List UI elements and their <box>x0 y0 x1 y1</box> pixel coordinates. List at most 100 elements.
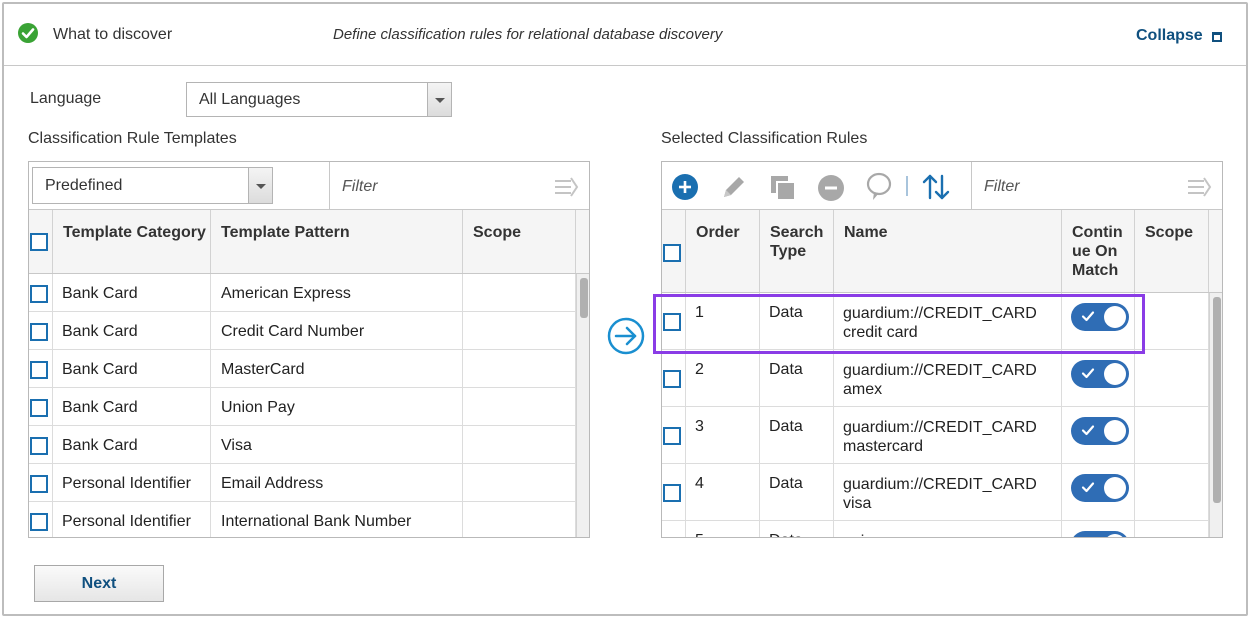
row-checkbox[interactable] <box>30 323 48 341</box>
row-select-cell <box>29 388 53 425</box>
template-category-cell: Bank Card <box>53 274 211 311</box>
column-name[interactable]: Name <box>834 210 1062 292</box>
selected-rules-section-label: Selected Classification Rules <box>661 130 868 147</box>
selected-rules-scrollbar[interactable] <box>1209 293 1222 537</box>
search-type-cell: Data <box>760 407 834 463</box>
row-checkbox[interactable] <box>663 427 681 445</box>
rule-order: 4 <box>695 475 704 492</box>
name-cell: guardium://CREDIT_CARD amex <box>834 350 1062 406</box>
column-scope[interactable]: Scope <box>1135 210 1209 292</box>
select-all-checkbox[interactable] <box>663 244 681 262</box>
template-scope-cell <box>463 502 576 537</box>
template-category: Bank Card <box>62 285 138 302</box>
template-pattern: MasterCard <box>221 361 305 378</box>
row-checkbox[interactable] <box>30 475 48 493</box>
edit-icon[interactable] <box>720 173 748 201</box>
chevron-down-icon[interactable] <box>427 83 451 116</box>
row-select-cell <box>662 521 686 537</box>
filter-icon[interactable] <box>1188 177 1212 197</box>
template-pattern-cell: Visa <box>211 426 463 463</box>
continue-on-match-cell <box>1062 464 1135 520</box>
rule-name-line1: guardium://CREDIT_CARD <box>843 419 1037 436</box>
toggle-knob <box>1104 363 1126 385</box>
row-checkbox[interactable] <box>663 370 681 388</box>
row-checkbox[interactable] <box>30 437 48 455</box>
rule-scope-cell <box>1135 521 1209 537</box>
row-select-cell <box>29 350 53 387</box>
continue-on-match-toggle[interactable] <box>1071 360 1129 388</box>
select-all-checkbox[interactable] <box>30 233 48 251</box>
check-icon <box>1081 537 1095 538</box>
language-select-value: All Languages <box>199 91 301 108</box>
continue-on-match-toggle[interactable] <box>1071 474 1129 502</box>
table-row[interactable]: Bank Card Union Pay <box>29 388 576 426</box>
template-pattern-cell: MasterCard <box>211 350 463 387</box>
column-template-pattern[interactable]: Template Pattern <box>211 210 463 273</box>
next-button[interactable]: Next <box>34 565 164 602</box>
row-select-cell <box>662 350 686 406</box>
row-select-cell <box>29 502 53 537</box>
templates-scrollbar[interactable] <box>576 274 589 537</box>
table-row[interactable]: 3 Data guardium://CREDIT_CARD mastercard <box>662 407 1209 464</box>
row-select-cell <box>29 312 53 349</box>
toggle-knob <box>1104 420 1126 442</box>
reorder-icon[interactable] <box>921 173 951 201</box>
comment-icon[interactable] <box>865 172 893 202</box>
column-search-type[interactable]: Search Type <box>760 210 834 292</box>
add-to-selected-arrow-icon[interactable] <box>606 316 646 356</box>
template-pattern: Union Pay <box>221 399 295 416</box>
continue-on-match-toggle[interactable] <box>1071 417 1129 445</box>
templates-scroll-thumb[interactable] <box>580 278 588 318</box>
language-select[interactable]: All Languages <box>186 82 452 117</box>
selected-rules-scroll-thumb[interactable] <box>1213 297 1221 503</box>
remove-icon[interactable] <box>817 174 845 202</box>
selected-rules-filter[interactable]: Filter <box>971 162 1222 210</box>
name-cell: guardium://CREDIT_CARD visa <box>834 464 1062 520</box>
row-checkbox[interactable] <box>663 484 681 502</box>
column-label: ue On <box>1072 243 1118 260</box>
column-label: Scope <box>473 224 522 241</box>
column-scope[interactable]: Scope <box>463 210 576 273</box>
continue-on-match-cell <box>1062 350 1135 406</box>
table-row[interactable]: 5 Data union pay <box>662 521 1209 538</box>
rule-order: 2 <box>695 361 704 378</box>
collapse-link[interactable]: Collapse <box>1136 27 1203 45</box>
toolbar-divider <box>906 176 908 196</box>
templates-filter-placeholder: Filter <box>342 178 378 195</box>
column-label: Template Pattern <box>221 224 350 241</box>
template-pattern-cell: International Bank Number <box>211 502 463 537</box>
column-order[interactable]: Order <box>686 210 760 292</box>
add-rule-icon[interactable] <box>672 174 698 200</box>
table-row[interactable]: Personal Identifier Email Address <box>29 464 576 502</box>
template-pattern-cell: Email Address <box>211 464 463 501</box>
template-type-select[interactable]: Predefined <box>32 167 273 204</box>
table-row[interactable]: Bank Card Visa <box>29 426 576 464</box>
table-row[interactable]: Personal Identifier International Bank N… <box>29 502 576 537</box>
template-pattern-cell: Credit Card Number <box>211 312 463 349</box>
column-template-category[interactable]: Template Category <box>53 210 211 273</box>
table-row[interactable]: 4 Data guardium://CREDIT_CARD visa <box>662 464 1209 521</box>
template-pattern-cell: Union Pay <box>211 388 463 425</box>
template-category: Bank Card <box>62 323 138 340</box>
continue-on-match-toggle[interactable] <box>1071 531 1129 538</box>
continue-on-match-cell <box>1062 407 1135 463</box>
table-row[interactable]: 2 Data guardium://CREDIT_CARD amex <box>662 350 1209 407</box>
row-checkbox[interactable] <box>30 399 48 417</box>
filter-icon[interactable] <box>555 177 579 197</box>
table-row[interactable]: Bank Card Credit Card Number <box>29 312 576 350</box>
row-checkbox[interactable] <box>30 285 48 303</box>
table-row[interactable]: Bank Card American Express <box>29 274 576 312</box>
row-checkbox[interactable] <box>30 361 48 379</box>
column-continue-on-match[interactable]: Contin ue On Match <box>1062 210 1135 292</box>
template-category: Bank Card <box>62 437 138 454</box>
copy-icon[interactable] <box>769 174 797 202</box>
check-icon <box>1081 425 1095 436</box>
row-checkbox[interactable] <box>30 513 48 531</box>
templates-filter[interactable]: Filter <box>329 162 589 210</box>
template-pattern: Credit Card Number <box>221 323 365 340</box>
chevron-down-icon[interactable] <box>248 168 272 203</box>
selected-rules-filter-placeholder: Filter <box>984 178 1020 195</box>
collapse-icon[interactable] <box>1212 32 1222 42</box>
rule-search-type: Data <box>769 532 833 537</box>
table-row[interactable]: Bank Card MasterCard <box>29 350 576 388</box>
